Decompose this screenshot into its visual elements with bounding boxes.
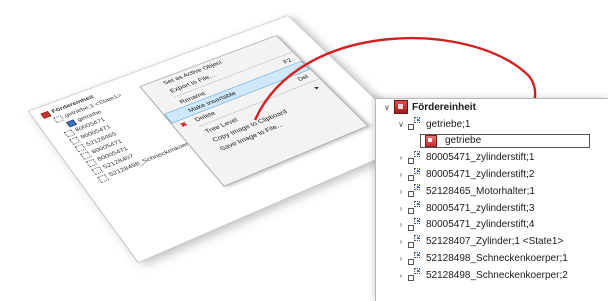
tree-row[interactable]: › 52128498_Schneckenkoerper;2 [376,267,608,284]
tree-row-label: 52128498_Schneckenkoerper;1 [426,253,568,265]
tree-row-label: 80005471_zylinderstift;1 [426,152,535,164]
subassembly-icon [408,201,422,215]
tree-row-label: 52128498_Schneckenkoerper;2 [426,269,568,281]
tree-row[interactable]: › 80005471_zylinderstift;1 [376,149,608,166]
subassembly-icon [96,173,109,183]
subassembly-icon [408,150,422,165]
tree-row[interactable]: › 52128498_Schneckenkoerper;1 [376,250,608,267]
chevron-down-icon[interactable]: ∨ [382,103,392,112]
tilted-tree-panel: Fördereinheit getriebe;1 <State1> getriebe… [27,15,420,264]
subassembly-icon [408,268,422,282]
tree-root-label: Fördereinheit [412,101,476,113]
subassembly-icon [408,167,422,182]
tree-row[interactable]: ∨ getriebe;1 [376,116,608,133]
assembly-icon [394,100,408,115]
object-tree: ∨ Fördereinheit ∨ getriebe;1 getriebe › 8000… [376,99,608,284]
tree-root-row[interactable]: ∨ Fördereinheit [376,99,608,116]
chevron-right-icon[interactable]: › [396,271,406,280]
tree-row[interactable]: getriebe [376,133,608,150]
chevron-down-icon[interactable]: ∨ [396,120,406,129]
part-icon [425,134,437,147]
tree-row[interactable]: › 52128407_Zylinder;1 <State1> [376,233,608,250]
tree-row-label: 52128465_Motorhalter;1 [426,185,535,197]
subassembly-icon [408,217,422,232]
tree-row-label: 80005471_zylinderstift;2 [426,169,535,181]
rename-input[interactable]: getriebe [420,133,590,148]
context-menu: Set as Active Object Export to File... Ren… [139,35,369,187]
subassembly-icon [408,184,422,198]
tree-row-label: 80005471_zylinderstift;3 [426,202,535,214]
tree-row[interactable]: › 80005471_zylinderstift;4 [376,217,608,234]
chevron-right-icon[interactable]: › [396,220,406,229]
tree-row[interactable]: › 80005471_zylinderstift;2 [376,166,608,183]
chevron-right-icon[interactable]: › [396,170,406,179]
tree-row-label: getriebe;1 [426,118,471,130]
subassembly-icon [408,117,422,131]
tree-row-label: 80005471_zylinderstift;4 [426,219,535,231]
delete-x-icon: ✖ [178,120,190,129]
chevron-right-icon[interactable]: › [396,237,406,246]
rename-input-value: getriebe [445,135,482,147]
subassembly-icon [408,251,422,266]
chevron-right-icon[interactable]: › [396,204,406,213]
chevron-right-icon[interactable]: › [396,187,406,196]
tilted-screenshot: Fördereinheit getriebe;1 <State1> getriebe… [27,0,420,264]
chevron-right-icon[interactable]: › [396,153,406,162]
tree-row-label: 52128407_Zylinder;1 <State1> [426,236,564,248]
chevron-right-icon[interactable]: › [396,254,406,263]
zoomed-tree-panel: ∨ Fördereinheit ∨ getriebe;1 getriebe › 8000… [375,98,608,301]
tree-row[interactable]: › 52128465_Motorhalter;1 [376,183,608,200]
subassembly-icon [408,234,422,249]
tree-row[interactable]: › 80005471_zylinderstift;3 [376,200,608,217]
